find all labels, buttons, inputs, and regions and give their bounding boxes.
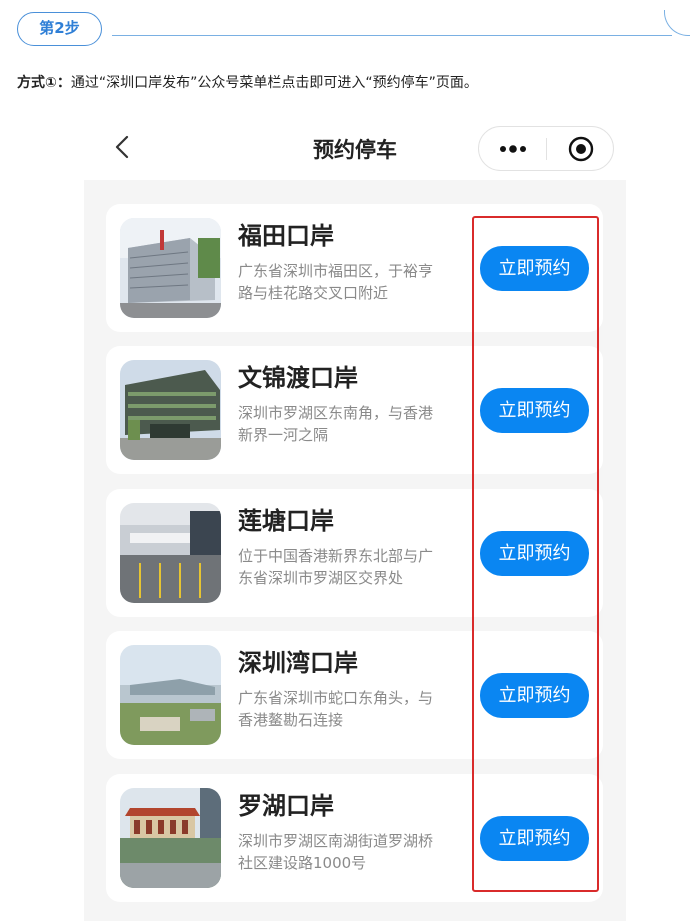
book-now-button[interactable]: 立即预约 [480, 246, 589, 291]
step-divider-line [112, 35, 672, 36]
port-name: 文锦渡口岸 [238, 364, 358, 392]
book-now-button[interactable]: 立即预约 [480, 816, 589, 861]
port-photo-futian [120, 218, 221, 318]
step-header: 第2步 [0, 0, 693, 60]
port-name: 福田口岸 [238, 222, 334, 250]
port-name: 罗湖口岸 [238, 792, 334, 820]
instruction-text: 方式①：通过“深圳口岸发布”公众号菜单栏点击即可进入“预约停车”页面。 [17, 72, 478, 92]
port-address: 深圳市罗湖区东南角，与香港新界一河之隔 [238, 404, 433, 444]
method-description: 通过“深圳口岸发布”公众号菜单栏点击即可进入“预约停车”页面。 [70, 75, 478, 91]
book-now-button[interactable]: 立即预约 [480, 388, 589, 433]
book-now-button[interactable]: 立即预约 [480, 673, 589, 718]
port-address: 位于中国香港新界东北部与广东省深圳市罗湖区交界处 [238, 547, 433, 587]
book-now-button[interactable]: 立即预约 [480, 531, 589, 576]
port-card: 莲塘口岸 位于中国香港新界东北部与广东省深圳市罗湖区交界处 立即预约 [106, 489, 603, 617]
step-divider-curve [664, 10, 690, 36]
port-photo-shenzhenwan [120, 645, 221, 745]
nav-bar: 预约停车 [84, 116, 626, 180]
capsule-menu [478, 126, 614, 171]
port-photo-luohu [120, 788, 221, 888]
port-address: 广东省深圳市福田区，于裕亨路与桂花路交叉口附近 [238, 262, 433, 302]
port-card: 深圳湾口岸 广东省深圳市蛇口东角头，与香港鳌勘石连接 立即预约 [106, 631, 603, 759]
more-dots-icon[interactable] [497, 140, 529, 158]
mini-program-screen: 预约停车 福田口岸 广东省深圳市福田区，于裕亨路与桂花路交叉口附近 立即预约 文… [84, 116, 626, 921]
port-name: 莲塘口岸 [238, 507, 334, 535]
port-address: 广东省深圳市蛇口东角头，与香港鳌勘石连接 [238, 689, 433, 729]
step-badge: 第2步 [17, 12, 102, 46]
target-circle-icon[interactable] [568, 136, 594, 162]
port-address: 深圳市罗湖区南湖街道罗湖桥社区建设路1000号 [238, 832, 433, 872]
port-card: 罗湖口岸 深圳市罗湖区南湖街道罗湖桥社区建设路1000号 立即预约 [106, 774, 603, 902]
port-name: 深圳湾口岸 [238, 649, 358, 677]
capsule-divider [546, 138, 547, 160]
port-card: 文锦渡口岸 深圳市罗湖区东南角，与香港新界一河之隔 立即预约 [106, 346, 603, 474]
method-label: 方式①： [17, 75, 71, 91]
port-photo-wenjindu [120, 360, 221, 460]
port-photo-liantang [120, 503, 221, 603]
port-list: 福田口岸 广东省深圳市福田区，于裕亨路与桂花路交叉口附近 立即预约 文锦渡口岸 … [84, 180, 626, 921]
port-card: 福田口岸 广东省深圳市福田区，于裕亨路与桂花路交叉口附近 立即预约 [106, 204, 603, 332]
